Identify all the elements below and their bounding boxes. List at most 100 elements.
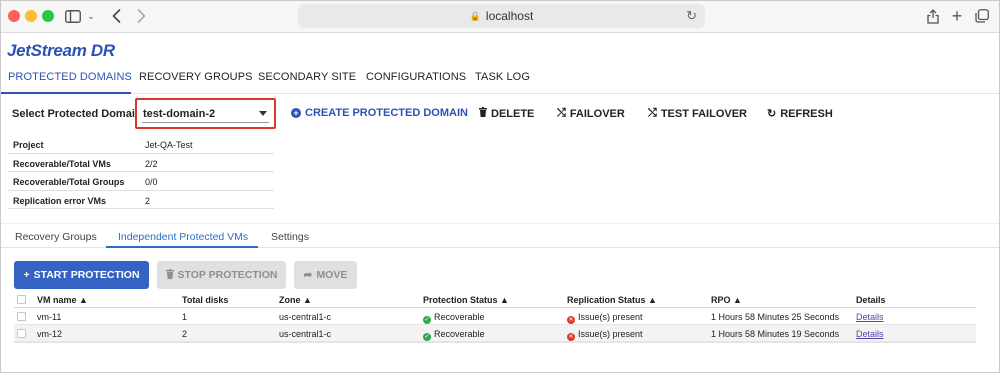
- stop-protection-label: STOP PROTECTION: [177, 269, 278, 281]
- replication-status-text: Issue(s) present: [578, 312, 643, 322]
- error-circle-icon: ✕: [567, 333, 575, 341]
- url-text: localhost: [485, 9, 534, 23]
- check-circle-icon: ✓: [423, 316, 431, 324]
- column-header-zone[interactable]: Zone ▲: [279, 295, 312, 305]
- stop-protection-button[interactable]: STOP PROTECTION: [157, 261, 286, 289]
- domain-info-table: Project Jet-QA-Test Recoverable/Total VM…: [8, 135, 274, 209]
- new-tab-icon[interactable]: +: [948, 5, 966, 27]
- failover-label: FAILOVER: [569, 107, 625, 120]
- error-circle-icon: ✕: [567, 316, 575, 324]
- info-row-recoverable-vms: Recoverable/Total VMs 2/2: [8, 154, 274, 172]
- info-row-replication-error-vms: Replication error VMs 2: [8, 191, 274, 209]
- table-header-row: VM name ▲ Total disks Zone ▲ Protection …: [14, 291, 976, 308]
- lock-icon: 🔒: [469, 10, 481, 21]
- select-domain-label: Select Protected Domain:: [12, 108, 146, 120]
- tab-configurations[interactable]: CONFIGURATIONS: [366, 71, 466, 83]
- vm-name-cell: vm-12: [37, 329, 63, 339]
- selected-domain-value: test-domain-2: [143, 108, 216, 120]
- active-tab-indicator: [1, 92, 131, 94]
- info-key: Replication error VMs: [13, 195, 107, 206]
- total-disks-cell: 1: [182, 312, 188, 322]
- create-protected-domain-label: CREATE PROTECTED DOMAIN: [305, 107, 468, 119]
- protection-status-text: Recoverable: [434, 329, 485, 339]
- column-header-vm-name[interactable]: VM name ▲: [37, 295, 88, 305]
- tab-independent-protected-vms[interactable]: Independent Protected VMs: [118, 231, 248, 243]
- total-disks-cell: 2: [182, 329, 188, 339]
- info-key: Recoverable/Total VMs: [13, 158, 111, 169]
- reload-icon[interactable]: ↻: [686, 8, 697, 24]
- test-failover-label: TEST FAILOVER: [660, 107, 747, 120]
- column-header-total-disks[interactable]: Total disks: [182, 295, 228, 305]
- chevron-down-icon[interactable]: ⌄: [86, 5, 96, 27]
- browser-toolbar: ⌄ 🔒 localhost ↻ +: [1, 1, 999, 33]
- app-window: ⌄ 🔒 localhost ↻ + JetStream DR PROTECTED…: [0, 0, 1000, 373]
- start-protection-label: START PROTECTION: [33, 269, 140, 281]
- plus-circle-icon: +: [291, 108, 301, 118]
- details-link[interactable]: Details: [856, 312, 884, 322]
- shuffle-icon: ⤭: [648, 107, 657, 119]
- tab-recovery-groups-sub[interactable]: Recovery Groups: [15, 231, 97, 243]
- table-row[interactable]: vm-12 2 us-central1-c ✓ Recoverable ✕ Issu…: [14, 325, 976, 342]
- arrow-right-icon: ➦: [303, 269, 313, 281]
- forward-icon[interactable]: [132, 5, 150, 27]
- check-circle-icon: ✓: [423, 333, 431, 341]
- active-sub-tab-indicator: [106, 246, 258, 248]
- replication-status-text: Issue(s) present: [578, 329, 643, 339]
- column-header-replication-status[interactable]: Replication Status ▲: [567, 295, 657, 305]
- delete-label: DELETE: [491, 107, 535, 120]
- protection-status-text: Recoverable: [434, 312, 485, 322]
- close-window-button[interactable]: [8, 10, 20, 22]
- info-value: 0/0: [145, 177, 158, 187]
- select-all-checkbox[interactable]: [17, 295, 26, 304]
- row-checkbox[interactable]: [17, 329, 26, 338]
- test-failover-button[interactable]: ⤭ TEST FAILOVER: [648, 107, 747, 120]
- dropdown-caret-icon: [259, 111, 267, 116]
- minimize-window-button[interactable]: [25, 10, 37, 22]
- refresh-button[interactable]: ↻ REFRESH: [767, 107, 833, 121]
- row-checkbox[interactable]: [17, 312, 26, 321]
- tab-protected-domains[interactable]: PROTECTED DOMAINS: [8, 71, 132, 83]
- column-header-rpo[interactable]: RPO ▲: [711, 295, 742, 305]
- column-header-protection-status[interactable]: Protection Status ▲: [423, 295, 509, 305]
- rpo-cell: 1 Hours 58 Minutes 25 Seconds: [711, 312, 840, 322]
- move-label: MOVE: [316, 269, 348, 281]
- refresh-label: REFRESH: [780, 107, 833, 120]
- zone-cell: us-central1-c: [279, 329, 332, 339]
- tab-secondary-site[interactable]: SECONDARY SITE: [258, 71, 356, 83]
- app-logo: JetStream DR: [7, 41, 115, 60]
- failover-button[interactable]: ⤭ FAILOVER: [557, 107, 625, 120]
- info-key: Project: [13, 140, 44, 150]
- shuffle-icon: ⤭: [557, 107, 566, 119]
- column-header-details: Details: [856, 295, 886, 305]
- info-value: 2: [145, 195, 151, 206]
- address-bar[interactable]: 🔒 localhost ↻: [298, 4, 705, 28]
- replication-status-cell: ✕ Issue(s) present: [567, 329, 643, 341]
- zoom-window-button[interactable]: [42, 10, 54, 22]
- main-tab-bar: PROTECTED DOMAINS RECOVERY GROUPS SECOND…: [1, 64, 999, 94]
- zone-cell: us-central1-c: [279, 312, 332, 322]
- table-row[interactable]: vm-11 1 us-central1-c ✓ Recoverable ✕ Issu…: [14, 308, 976, 325]
- tab-overview-icon[interactable]: [973, 5, 991, 27]
- start-protection-button[interactable]: + START PROTECTION: [14, 261, 149, 289]
- vm-name-cell: vm-11: [37, 312, 62, 322]
- replication-status-cell: ✕ Issue(s) present: [567, 312, 643, 324]
- tab-settings[interactable]: Settings: [271, 231, 309, 243]
- trash-icon: [165, 268, 174, 282]
- protection-status-cell: ✓ Recoverable: [423, 312, 485, 324]
- tab-task-log[interactable]: TASK LOG: [475, 71, 530, 83]
- info-value: Jet-QA-Test: [145, 140, 193, 150]
- vm-table: VM name ▲ Total disks Zone ▲ Protection …: [14, 291, 976, 343]
- delete-button[interactable]: DELETE: [479, 107, 534, 120]
- info-key: Recoverable/Total Groups: [13, 177, 125, 187]
- sidebar-toggle-icon[interactable]: [63, 5, 83, 27]
- create-protected-domain-button[interactable]: + CREATE PROTECTED DOMAIN: [291, 107, 468, 119]
- share-icon[interactable]: [924, 5, 942, 27]
- details-link[interactable]: Details: [856, 329, 884, 339]
- back-icon[interactable]: [107, 5, 125, 27]
- move-button[interactable]: ➦ MOVE: [294, 261, 357, 289]
- plus-icon: +: [23, 269, 30, 281]
- protected-domain-select[interactable]: test-domain-2: [135, 98, 276, 129]
- rpo-cell: 1 Hours 58 Minutes 19 Seconds: [711, 329, 840, 339]
- info-row-project: Project Jet-QA-Test: [8, 135, 274, 154]
- tab-recovery-groups[interactable]: RECOVERY GROUPS: [139, 71, 253, 83]
